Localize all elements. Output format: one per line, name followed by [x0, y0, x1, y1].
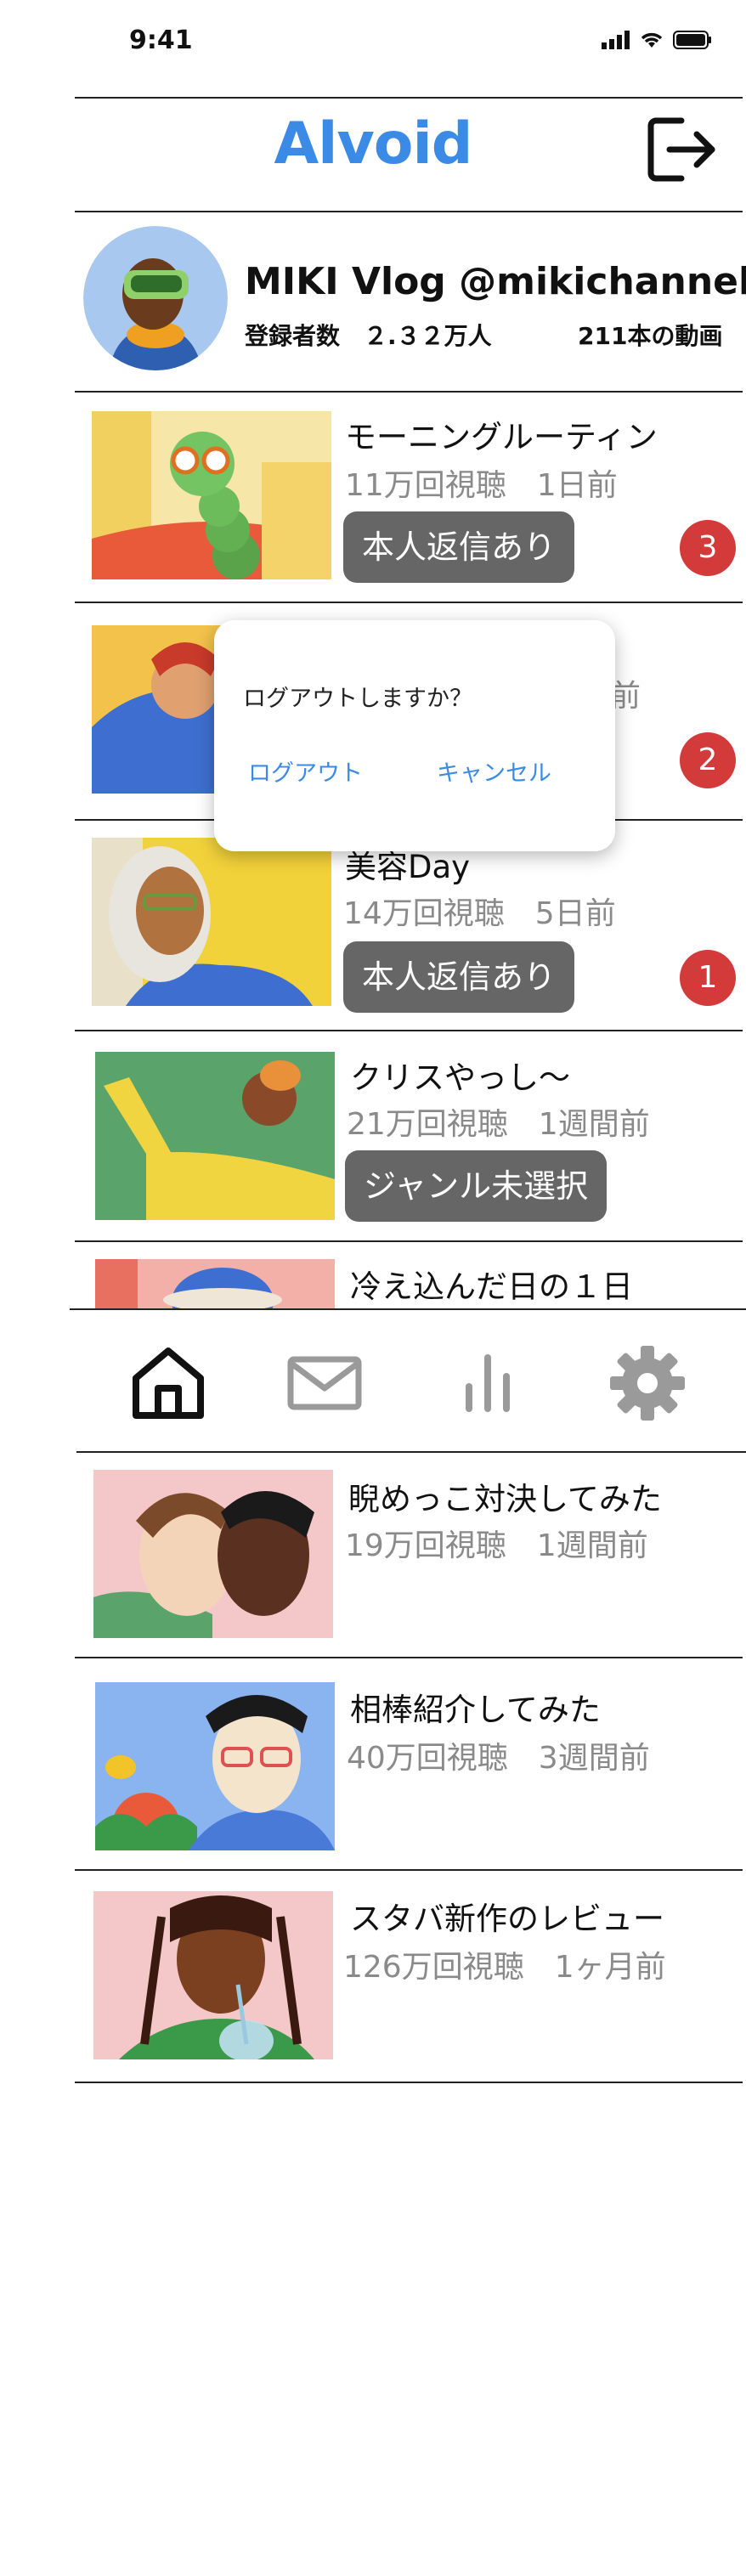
video-meta: 126万回視聴 1ヶ月前: [343, 1950, 666, 1985]
video-thumbnail[interactable]: [92, 838, 331, 1006]
battery-icon: [673, 31, 711, 49]
tab-messages[interactable]: [282, 1341, 367, 1426]
video-title[interactable]: 冷え込んだ日の１日: [350, 1261, 633, 1307]
row-divider: [75, 1240, 743, 1242]
signal-icon: [602, 31, 630, 49]
header-top-divider: [75, 97, 743, 99]
tabbar-bottom-divider: [76, 1451, 746, 1453]
video-thumbnail[interactable]: [93, 1891, 333, 2059]
row-divider: [75, 2082, 743, 2083]
video-meta: 21万回視聴 1週間前: [347, 1107, 650, 1142]
tab-bar: [70, 1308, 746, 1453]
channel-avatar: [83, 226, 228, 370]
channel-name: MIKI Vlog @mikichannel: [245, 260, 746, 303]
video-thumbnail[interactable]: [95, 1682, 335, 1850]
video-thumbnail[interactable]: [95, 1259, 335, 1308]
comment-badge: 3: [680, 520, 736, 576]
video-title[interactable]: 睨めっこ対決してみた: [348, 1473, 662, 1519]
row-divider: [75, 602, 743, 603]
status-time: 9:41: [129, 25, 193, 55]
home-icon: [133, 1347, 204, 1419]
genre-tag[interactable]: ジャンル未選択: [345, 1150, 608, 1222]
cancel-button[interactable]: キャンセル: [437, 754, 551, 788]
row-divider: [75, 1869, 743, 1871]
video-thumbnail[interactable]: [95, 1052, 335, 1220]
reply-tag[interactable]: 本人返信あり: [343, 941, 575, 1013]
settings-icon: [610, 1346, 685, 1421]
confirm-logout-button[interactable]: ログアウト: [248, 754, 363, 788]
video-title[interactable]: モーニングルーティン: [345, 411, 658, 457]
tab-home[interactable]: [126, 1341, 211, 1426]
analytics-icon: [466, 1354, 510, 1412]
row-divider: [75, 1657, 743, 1658]
video-thumbnail[interactable]: [92, 411, 331, 579]
logout-confirm-dialog: ログアウトしますか？ ログアウト キャンセル: [214, 620, 615, 851]
row-divider: [75, 1030, 743, 1031]
video-title[interactable]: 相棒紹介してみた: [350, 1684, 601, 1730]
header-bottom-divider: [75, 211, 743, 212]
video-count: 211本の動画: [578, 322, 723, 350]
video-thumbnail[interactable]: [93, 1470, 333, 1638]
reply-tag[interactable]: 本人返信あり: [343, 511, 575, 583]
logout-icon: [647, 117, 715, 182]
video-meta: 14万回視聴 5日前: [343, 896, 616, 931]
video-title[interactable]: クリスやっし〜: [350, 1052, 570, 1098]
wifi-icon: [641, 32, 663, 48]
comment-badge: 2: [680, 732, 736, 788]
tab-analytics[interactable]: [445, 1341, 530, 1426]
tabbar-top-divider: [70, 1308, 746, 1310]
app-title: Alvoid: [274, 110, 473, 178]
subscriber-count: 登録者数 ２.３２万人: [245, 322, 492, 350]
video-meta: 40万回視聴 3週間前: [347, 1741, 650, 1776]
channel-divider: [75, 391, 743, 393]
tab-settings[interactable]: [605, 1341, 690, 1426]
video-meta: 19万回視聴 1週間前: [345, 1528, 648, 1563]
status-icons: [602, 31, 712, 49]
dialog-message: ログアウトしますか？: [243, 686, 472, 712]
mail-icon: [287, 1356, 362, 1410]
logout-button[interactable]: [644, 112, 719, 187]
video-meta: 11万回視聴 1日前: [345, 468, 618, 503]
video-title[interactable]: スタバ新作のレビュー: [350, 1893, 664, 1939]
comment-badge: 1: [680, 950, 736, 1006]
